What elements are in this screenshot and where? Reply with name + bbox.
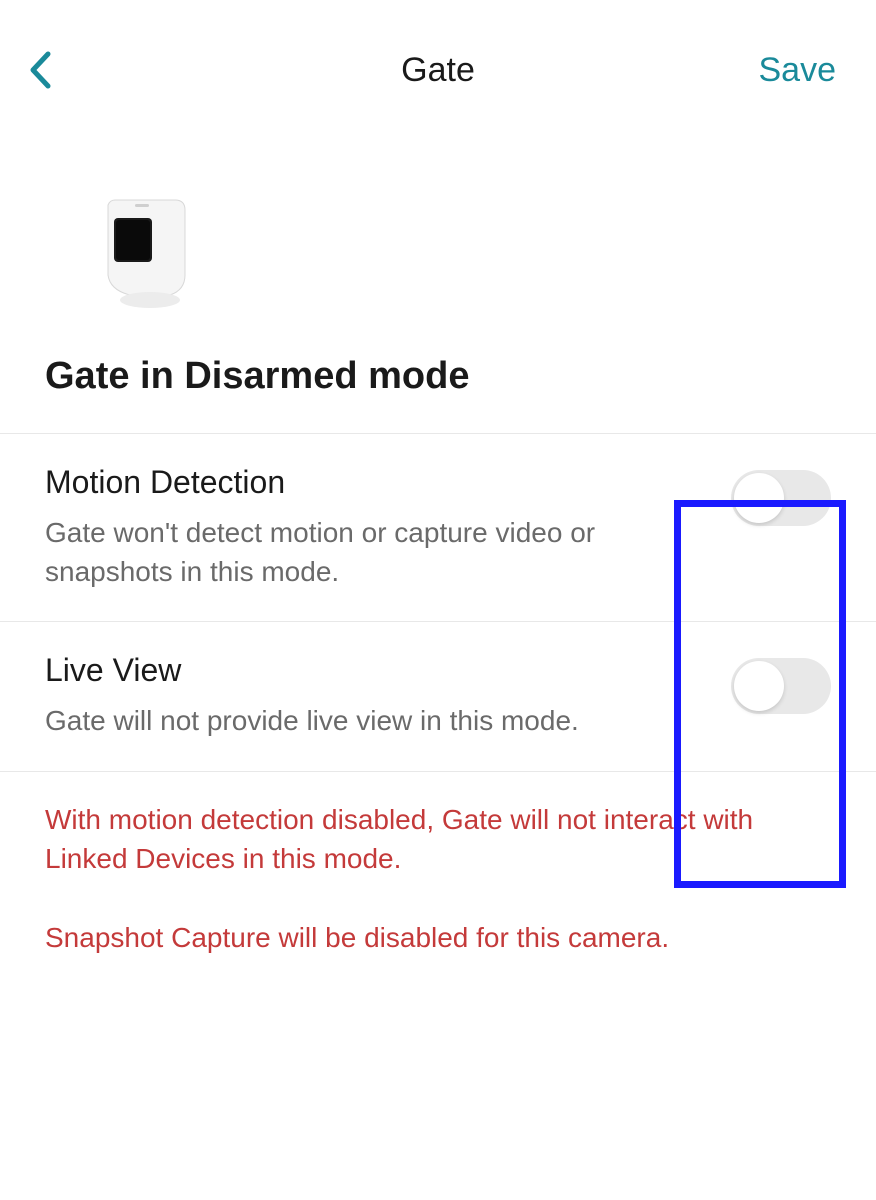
live-view-title: Live View xyxy=(45,652,691,689)
header: Gate Save xyxy=(0,0,876,120)
settings-section: Motion Detection Gate won't detect motio… xyxy=(0,433,876,772)
snapshot-warning: Snapshot Capture will be disabled for th… xyxy=(45,918,831,957)
warnings-section: With motion detection disabled, Gate wil… xyxy=(0,772,876,1026)
toggle-knob xyxy=(734,661,784,711)
motion-detection-row: Motion Detection Gate won't detect motio… xyxy=(0,434,876,622)
mode-title: Gate in Disarmed mode xyxy=(45,355,876,398)
live-view-row: Live View Gate will not provide live vie… xyxy=(0,622,876,771)
device-image xyxy=(80,180,876,325)
page-title: Gate xyxy=(401,51,475,90)
linked-devices-warning: With motion detection disabled, Gate wil… xyxy=(45,800,831,878)
live-view-text: Live View Gate will not provide live vie… xyxy=(45,652,731,740)
motion-detection-desc: Gate won't detect motion or capture vide… xyxy=(45,513,691,591)
toggle-knob xyxy=(734,473,784,523)
chevron-left-icon xyxy=(29,51,51,89)
live-view-toggle[interactable] xyxy=(731,658,831,714)
save-button[interactable]: Save xyxy=(759,51,837,90)
live-view-desc: Gate will not provide live view in this … xyxy=(45,701,691,740)
back-button[interactable] xyxy=(20,50,60,90)
motion-detection-toggle[interactable] xyxy=(731,470,831,526)
motion-detection-title: Motion Detection xyxy=(45,464,691,501)
motion-detection-text: Motion Detection Gate won't detect motio… xyxy=(45,464,731,591)
camera-icon xyxy=(80,180,220,320)
